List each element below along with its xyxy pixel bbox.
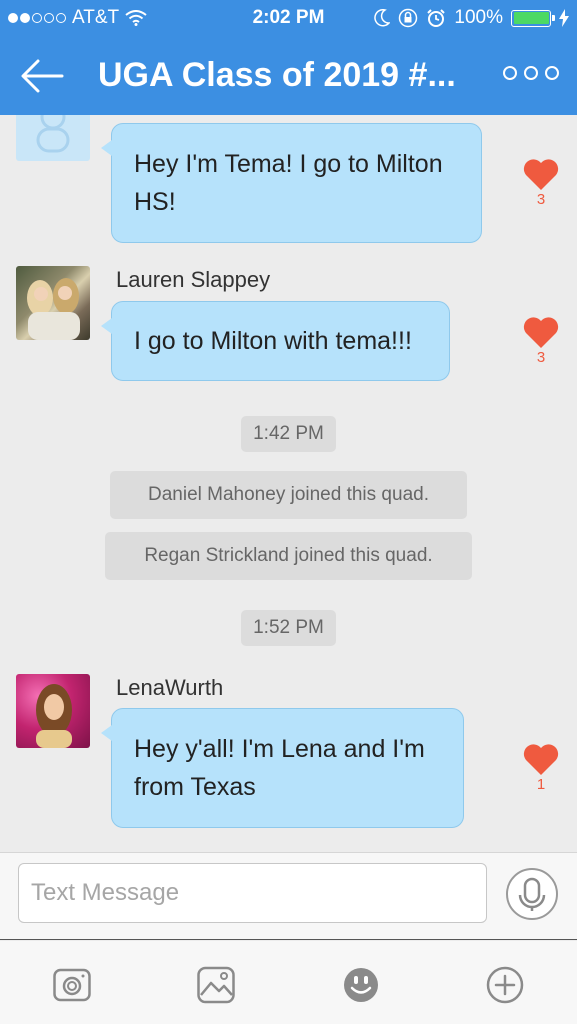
like-count: 3 [536,191,546,208]
system-message: Daniel Mahoney joined this quad. [110,471,467,519]
moon-icon [374,9,391,27]
microphone-icon [518,877,546,911]
heart-icon [523,159,559,190]
conversation-header: UGA Class of 2019 #... [0,38,577,115]
like-button[interactable]: 3 [521,157,561,208]
message-text-line: I go to Milton with tema!!! [134,327,412,355]
message-text-line: Hey y'all! I'm Lena and I'm [134,735,425,763]
sender-name: Lauren Slappey [116,267,271,292]
like-button[interactable]: 3 [521,315,561,366]
charging-bolt-icon [559,9,569,27]
rotation-lock-icon [399,8,418,28]
like-count: 1 [536,776,546,793]
microphone-button[interactable] [506,868,558,920]
message-text-line: from Texas [134,773,256,801]
top-bar: AT&T 2:02 PM 100% UGA Class of 2019 #... [0,0,577,115]
battery-percent: 100% [454,7,503,28]
photo-icon[interactable] [196,965,236,1005]
profile-photo [36,684,72,748]
conversation-title[interactable]: UGA Class of 2019 #... [98,56,478,95]
system-message: Regan Strickland joined this quad. [105,532,472,580]
bottom-toolbar [0,941,577,1024]
status-bar: AT&T 2:02 PM 100% [0,0,577,38]
sender-name: LenaWurth [116,675,224,700]
status-right: 100% [374,7,569,29]
heart-icon [523,744,559,775]
message-bubble[interactable]: Hey y'all! I'm Lena and I'm from Texas [101,708,464,828]
battery-icon [511,9,555,27]
timestamp-pill: 1:52 PM [241,610,336,646]
avatar-lauren-slappey[interactable] [16,266,90,340]
message-text-line: Hey I'm Tema! I go to Milton [134,150,443,178]
heart-icon [523,317,559,348]
message-bubble[interactable]: Hey I'm Tema! I go to Milton HS! [101,123,482,243]
camera-icon[interactable] [52,965,92,1005]
message-input-bar [0,852,577,940]
chat-area[interactable]: Hey I'm Tema! I go to Milton HS! 3 Laure… [0,115,577,852]
emoji-icon[interactable] [341,965,381,1005]
timestamp-pill: 1:42 PM [241,416,336,452]
avatar-placeholder[interactable] [16,115,90,161]
like-count: 3 [536,349,546,366]
message-text-line: HS! [134,188,176,216]
message-bubble[interactable]: I go to Milton with tema!!! [101,301,450,381]
text-message-input[interactable] [18,863,487,923]
more-options-icon[interactable] [503,66,559,80]
plus-icon[interactable] [485,965,525,1005]
like-button[interactable]: 1 [521,742,561,793]
default-user-icon [36,115,70,153]
alarm-icon [427,9,446,27]
back-arrow-icon[interactable] [18,56,66,96]
avatar-lenawurth[interactable] [16,674,90,748]
profile-photo [27,278,80,340]
